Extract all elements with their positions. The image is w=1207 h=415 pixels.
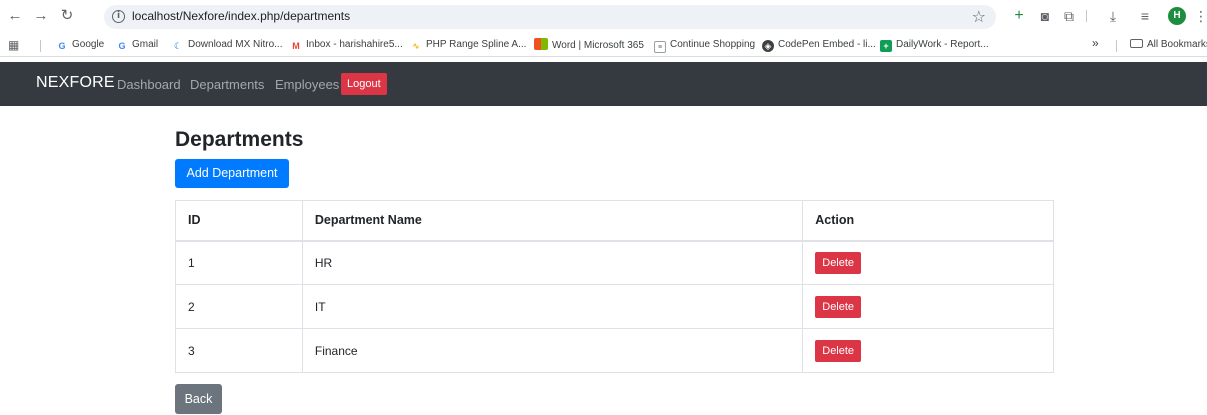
bookmark-codepen[interactable]: ◈ CodePen Embed - li...	[762, 38, 876, 52]
gmail-icon: M	[292, 41, 300, 51]
bookmark-dailywork[interactable]: + DailyWork - Report...	[880, 38, 989, 52]
reading-list-icon[interactable]: ≡	[1136, 7, 1154, 25]
delete-button[interactable]: Delete	[815, 295, 862, 318]
delete-button[interactable]: Delete	[815, 251, 862, 274]
table-row: 1 HR Delete	[175, 240, 1054, 285]
microsoft-icon	[534, 38, 548, 50]
browser-toolbar: ← → ↻ i localhost/Nexfore/index.php/depa…	[0, 0, 1207, 33]
extension-plus-icon[interactable]: +	[1010, 7, 1028, 25]
column-header-department-name: Department Name	[301, 200, 804, 242]
camera-icon[interactable]: ◙	[1036, 7, 1054, 25]
cell-id: 3	[175, 328, 303, 373]
app-navbar: NEXFORE Dashboard Departments Employees …	[0, 62, 1207, 106]
google-icon: G	[58, 41, 66, 51]
bookmarks-divider	[1116, 40, 1117, 52]
nav-link-departments[interactable]: Departments	[190, 77, 264, 92]
bookmarks-bar: ▦ G Google G Gmail ☾ Download MX Nitro... M…	[0, 33, 1207, 57]
extensions-puzzle-icon[interactable]: ⧉	[1060, 7, 1078, 25]
apps-grid-icon[interactable]: ▦	[8, 38, 19, 52]
page-title: Departments	[175, 128, 304, 151]
departments-table: ID Department Name Action 1 HR Delete 2 …	[175, 200, 1054, 373]
bookmark-inbox[interactable]: M Inbox - harishahire5...	[290, 38, 402, 52]
chart-site-icon: ∿	[412, 41, 420, 51]
download-site-icon: ☾	[173, 41, 183, 51]
sheets-icon: +	[880, 40, 892, 52]
all-bookmarks[interactable]: All Bookmarks	[1130, 38, 1207, 52]
site-info-icon[interactable]: i	[112, 10, 125, 23]
profile-avatar[interactable]: H	[1168, 7, 1186, 25]
bookmarks-overflow-icon[interactable]: »	[1092, 36, 1099, 50]
bookmark-continue-shopping[interactable]: ≡ Continue Shopping	[654, 38, 755, 53]
menu-kebab-icon[interactable]: ⋮	[1192, 7, 1207, 25]
column-header-id: ID	[175, 200, 303, 242]
bookmark-star-icon[interactable]: ☆	[972, 7, 986, 27]
nav-link-dashboard[interactable]: Dashboard	[117, 77, 181, 92]
table-row: 2 IT Delete	[175, 284, 1054, 329]
cell-id: 1	[175, 240, 303, 285]
bookmark-google[interactable]: G Google	[56, 38, 104, 52]
logout-button[interactable]: Logout	[341, 73, 387, 95]
brand-logo-text[interactable]: NEXFORE	[36, 74, 115, 92]
toolbar-divider	[1086, 10, 1087, 22]
table-header-row: ID Department Name Action	[175, 200, 1054, 242]
download-icon[interactable]: ⤓	[1104, 7, 1122, 25]
folder-icon	[1130, 39, 1143, 48]
bookmark-gmail[interactable]: G Gmail	[116, 38, 158, 52]
address-bar[interactable]: i localhost/Nexfore/index.php/department…	[104, 5, 996, 29]
cell-id: 2	[175, 284, 303, 329]
delete-button[interactable]: Delete	[815, 339, 862, 362]
bookmarks-divider	[40, 40, 41, 52]
cell-action: Delete	[802, 328, 1054, 373]
cell-department-name: HR	[301, 240, 804, 285]
column-header-action: Action	[802, 200, 1054, 242]
page-icon: ≡	[654, 41, 666, 53]
cell-action: Delete	[802, 284, 1054, 329]
bookmark-word[interactable]: Word | Microsoft 365	[534, 38, 644, 52]
reload-icon[interactable]: ↻	[58, 7, 76, 25]
cell-action: Delete	[802, 240, 1054, 285]
add-department-button[interactable]: Add Department	[175, 159, 289, 188]
nav-link-employees[interactable]: Employees	[275, 77, 339, 92]
cell-department-name: IT	[301, 284, 804, 329]
google-icon: G	[118, 41, 126, 51]
forward-arrow-icon[interactable]: →	[32, 7, 50, 25]
bookmark-download-mx-nitro[interactable]: ☾ Download MX Nitro...	[172, 38, 283, 52]
back-arrow-icon[interactable]: ←	[6, 7, 24, 25]
codepen-icon: ◈	[762, 40, 774, 52]
table-row: 3 Finance Delete	[175, 328, 1054, 373]
cell-department-name: Finance	[301, 328, 804, 373]
back-button[interactable]: Back	[175, 384, 222, 414]
url-text[interactable]: localhost/Nexfore/index.php/departments	[132, 9, 350, 23]
bookmark-php-range-spline[interactable]: ∿ PHP Range Spline A...	[410, 38, 526, 52]
